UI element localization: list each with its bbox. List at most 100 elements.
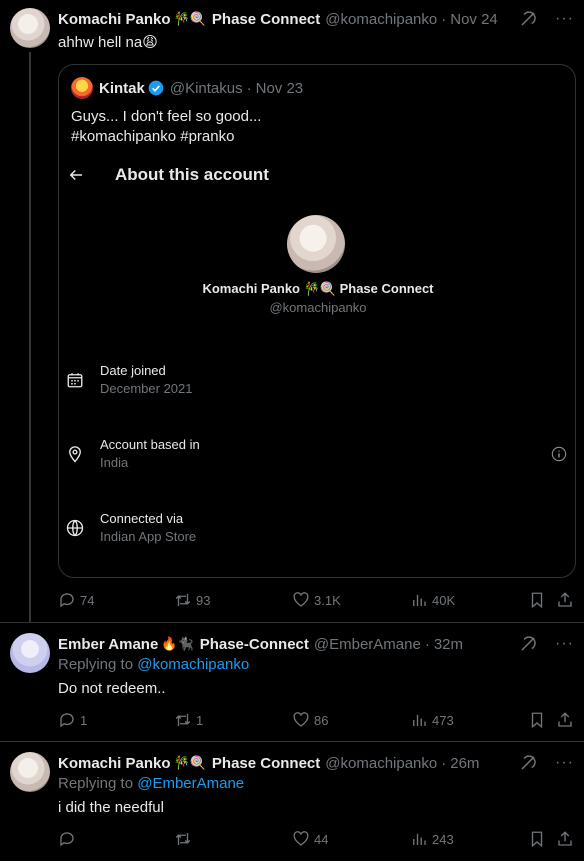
author-affiliation[interactable]: Phase Connect [212,755,320,772]
retweet-icon [175,594,191,606]
bookmark-button[interactable] [528,711,546,729]
reply-button[interactable]: 1 [58,711,87,729]
grok-icon[interactable] [519,754,537,772]
quote-text: Guys... I don't feel so good... #komachi… [71,107,261,147]
views-button[interactable]: 243 [410,830,454,848]
like-button[interactable]: 86 [292,711,328,729]
info-value: Indian App Store [100,529,197,544]
tweet-text: ahhw hell na😩 [58,34,158,51]
info-row-connected-via: Connected via Indian App Store [59,511,575,551]
like-count: 86 [314,712,329,728]
tweet-ember-reply[interactable]: Ember Amane 🔥🐈‍⬛ Phase-Connect @EmberAma… [0,622,584,740]
share-icon [558,592,572,607]
engagement-bar: 74 93 3.1K 40K [58,591,574,611]
retweet-button[interactable] [174,830,196,848]
bookmark-button[interactable] [528,591,546,609]
info-row-date-joined: Date joined December 2021 [59,363,575,403]
quote-timestamp[interactable]: Nov 23 [256,80,304,97]
info-label: Date joined [100,363,166,378]
retweet-icon [175,714,191,726]
author-name[interactable]: Komachi Panko [58,11,171,28]
author-affiliation[interactable]: Phase Connect [212,11,320,28]
grok-icon[interactable] [519,635,537,653]
author-handle[interactable]: @komachipanko [325,11,437,28]
thread-line [29,52,31,622]
more-options-icon[interactable]: ··· [555,11,574,27]
heart-icon [293,592,309,607]
views-button[interactable]: 40K [410,591,455,609]
heart-icon [293,712,309,727]
info-value: India [100,455,129,470]
like-button[interactable]: 3.1K [292,591,341,609]
info-row-account-based-in: Account based in India [59,437,575,477]
quoted-tweet-card[interactable]: Kintak @Kintakus · Nov 23 Guys... I don'… [58,64,576,578]
author-handle[interactable]: @EmberAmane [314,636,421,653]
share-button[interactable] [556,591,574,609]
avatar[interactable] [10,752,50,792]
share-icon [558,712,572,727]
author-name[interactable]: Ember Amane [58,636,158,653]
replying-to-link[interactable]: @komachipanko [137,656,249,673]
tweet-text: i did the needful [58,799,164,816]
author-affiliation[interactable]: Phase-Connect [200,636,309,653]
bookmark-button[interactable] [528,830,546,848]
reply-button[interactable] [58,830,80,848]
tweet-header: Komachi Panko 🎋🍭 Phase Connect @komachip… [58,752,479,774]
author-handle[interactable]: @komachipanko [325,755,437,772]
views-count: 473 [432,712,454,728]
reply-count: 1 [80,712,88,728]
back-arrow-icon [69,169,82,181]
share-button[interactable] [556,711,574,729]
replying-prefix: Replying to [58,775,134,792]
tweet-komachi-original[interactable]: Komachi Panko 🎋🍭 Phase Connect @komachip… [0,0,584,622]
timestamp[interactable]: 32m [434,636,463,653]
bookmark-icon [531,831,543,848]
reply-icon [60,593,74,608]
globe-icon [66,519,84,537]
name-emojis: 🎋🍭 [173,755,206,770]
tweet-top-actions: ··· [519,635,574,653]
replying-to-link[interactable]: @EmberAmane [137,775,244,792]
tweet-header: Ember Amane 🔥🐈‍⬛ Phase-Connect @EmberAma… [58,633,463,655]
quote-avatar[interactable] [71,77,93,99]
reply-button[interactable]: 74 [58,591,94,609]
avatar[interactable] [10,8,50,48]
verified-badge-icon [148,80,164,96]
author-name[interactable]: Komachi Panko [58,755,171,772]
more-options-icon[interactable]: ··· [555,755,574,771]
separator-dot: · [246,79,252,97]
tweet-top-actions: ··· [519,754,574,772]
bookmark-icon [531,592,543,609]
name-emojis: 🔥🐈‍⬛ [161,636,194,651]
grok-icon[interactable] [519,10,537,28]
timestamp[interactable]: Nov 24 [450,11,498,28]
tweet-komachi-reply[interactable]: Komachi Panko 🎋🍭 Phase Connect @komachip… [0,741,584,861]
separator-dot: · [441,754,447,772]
tweet-header: Komachi Panko 🎋🍭 Phase Connect @komachip… [58,8,498,30]
replying-to: Replying to @EmberAmane [58,775,244,792]
share-button[interactable] [556,830,574,848]
info-value: December 2021 [100,381,193,396]
views-button[interactable]: 473 [410,711,454,729]
quote-author-name[interactable]: Kintak [99,80,145,97]
retweet-button[interactable]: 1 [174,711,203,729]
views-chart-icon [413,594,426,606]
quote-hashtags[interactable]: #komachipanko #pranko [71,127,261,147]
quote-author-handle[interactable]: @Kintakus [170,80,243,97]
avatar[interactable] [10,633,50,673]
info-circle-icon[interactable] [551,446,567,462]
name-emojis: 🎋🍭 [173,11,206,26]
tweet-text: Do not redeem.. [58,680,166,697]
more-options-icon[interactable]: ··· [555,636,574,652]
reply-icon [60,713,74,728]
timestamp[interactable]: 26m [450,755,479,772]
retweet-button[interactable]: 93 [174,591,210,609]
tweet-top-actions: ··· [519,10,574,28]
like-button[interactable]: 44 [292,830,328,848]
about-account-title: About this account [115,165,269,184]
like-count: 44 [314,831,329,847]
reply-count: 74 [80,592,95,608]
about-display-name: Komachi Panko 🎋🍭 Phase Connect [202,281,434,296]
share-icon [558,831,572,846]
about-avatar [287,215,345,273]
